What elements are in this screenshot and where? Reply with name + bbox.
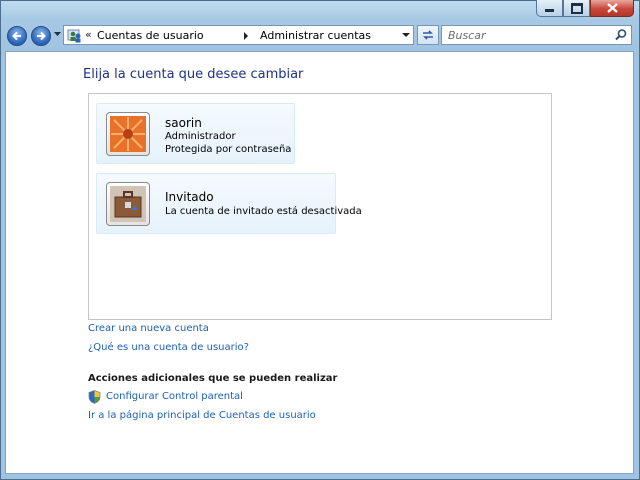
breadcrumb-separator-icon[interactable]	[244, 32, 248, 40]
maximize-button[interactable]	[563, 0, 590, 17]
recent-pages-dropdown-icon[interactable]	[54, 32, 61, 37]
briefcase-picture-icon	[110, 186, 146, 222]
page-title: Elija la cuenta que desee cambiar	[83, 67, 304, 82]
breadcrumb-manage-accounts[interactable]: Administrar cuentas	[260, 29, 371, 42]
account-picture	[106, 112, 150, 156]
address-bar[interactable]: « Cuentas de usuario Administrar cuentas	[63, 25, 414, 45]
uac-shield-icon	[88, 390, 101, 404]
minimize-button[interactable]	[536, 0, 563, 17]
refresh-button[interactable]	[417, 25, 439, 45]
search-placeholder: Buscar	[448, 29, 486, 42]
create-account-link[interactable]: Crear una nueva cuenta	[88, 323, 209, 334]
search-box[interactable]: Buscar	[441, 25, 632, 45]
back-arrow-icon	[12, 31, 21, 41]
refresh-icon	[423, 30, 433, 40]
account-name: Invitado	[165, 190, 214, 204]
account-status: La cuenta de invitado está desactivada	[165, 206, 362, 217]
minimize-icon	[545, 9, 554, 12]
close-icon	[606, 3, 618, 13]
parental-controls-link[interactable]: Configurar Control parental	[106, 391, 243, 402]
account-tile-invitado[interactable]: Invitado La cuenta de invitado está desa…	[96, 173, 362, 234]
account-picture	[106, 182, 150, 226]
caption-buttons	[536, 0, 634, 18]
forward-button[interactable]	[31, 26, 51, 46]
forward-arrow-icon	[37, 31, 46, 41]
account-type: Administrador	[165, 131, 236, 142]
search-icon[interactable]	[614, 28, 628, 42]
flower-picture-icon	[110, 116, 146, 152]
address-dropdown-icon[interactable]	[402, 33, 410, 37]
breadcrumb-user-accounts[interactable]: Cuentas de usuario	[97, 29, 204, 42]
additional-actions-heading: Acciones adicionales que se pueden reali…	[88, 373, 338, 384]
back-button[interactable]	[7, 26, 27, 46]
close-button[interactable]	[590, 0, 634, 17]
account-name: saorin	[165, 116, 202, 130]
what-is-account-link[interactable]: ¿Qué es una cuenta de usuario?	[88, 342, 249, 353]
account-protection: Protegida por contraseña	[165, 144, 292, 155]
user-accounts-icon	[67, 29, 81, 43]
address-overflow-chevron[interactable]: «	[85, 28, 92, 41]
maximize-icon	[570, 2, 583, 14]
user-accounts-home-link[interactable]: Ir a la página principal de Cuentas de u…	[88, 410, 316, 421]
account-tile-saorin[interactable]: saorin Administrador Protegida por contr…	[96, 103, 295, 164]
